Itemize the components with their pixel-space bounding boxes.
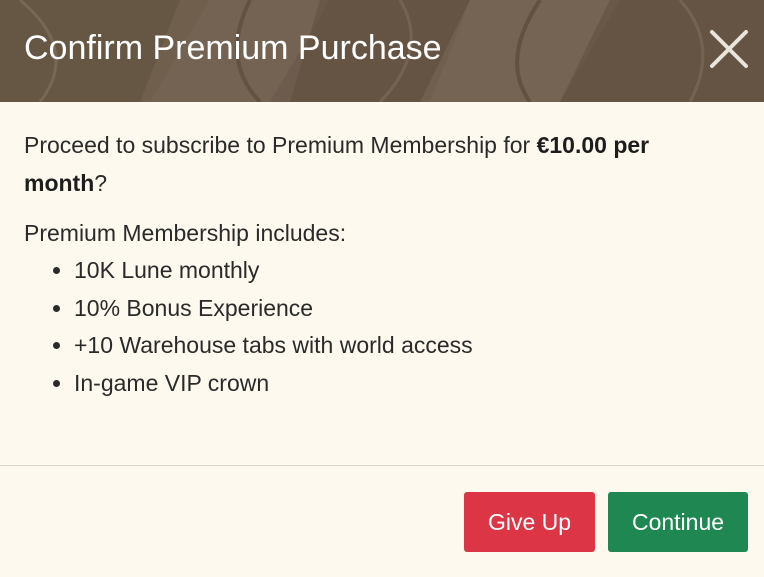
- footer-divider: [0, 465, 764, 466]
- continue-button[interactable]: Continue: [608, 492, 748, 552]
- prompt-text: Proceed to subscribe to Premium Membersh…: [24, 132, 537, 158]
- dialog-body: Proceed to subscribe to Premium Membersh…: [24, 126, 734, 402]
- benefit-item: 10% Bonus Experience: [74, 290, 734, 328]
- benefit-item: In-game VIP crown: [74, 365, 734, 403]
- give-up-button[interactable]: Give Up: [464, 492, 595, 552]
- dialog-title: Confirm Premium Purchase: [24, 29, 442, 67]
- benefit-item: 10K Lune monthly: [74, 252, 734, 290]
- benefit-list: 10K Lune monthly 10% Bonus Experience +1…: [24, 252, 734, 402]
- close-icon[interactable]: [708, 28, 750, 70]
- dialog-header: Confirm Premium Purchase: [0, 0, 764, 102]
- premium-purchase-dialog: Confirm Premium Purchase Proceed to subs…: [0, 0, 764, 577]
- includes-heading: Premium Membership includes:: [24, 220, 347, 246]
- subscription-prompt: Proceed to subscribe to Premium Membersh…: [24, 126, 734, 202]
- prompt-suffix: ?: [94, 170, 108, 196]
- benefit-item: +10 Warehouse tabs with world access: [74, 327, 734, 365]
